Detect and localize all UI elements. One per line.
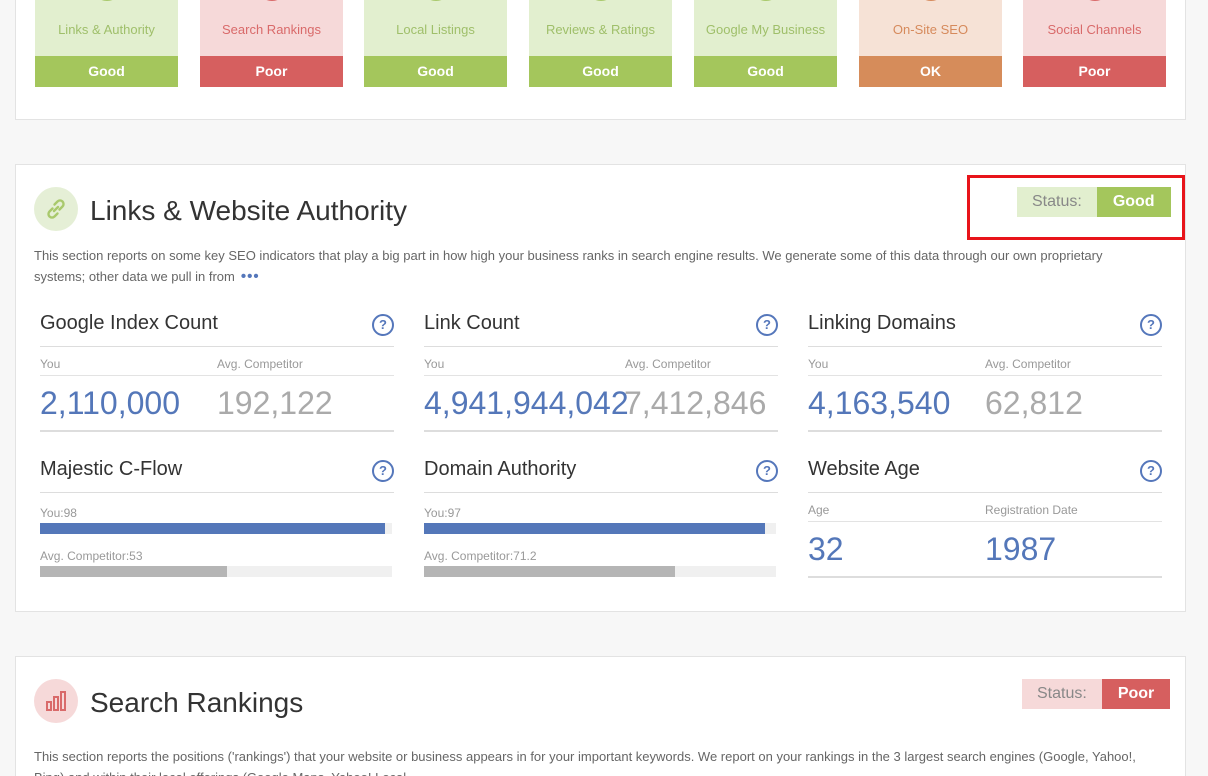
tile-status: OK: [859, 56, 1002, 87]
tile-label: Social Channels: [1047, 22, 1142, 37]
metric-title: Google Index Count: [40, 312, 218, 334]
you-label: You: [40, 357, 61, 371]
tile-links-authority[interactable]: Links & Authority Good: [35, 0, 178, 87]
competitor-label: Avg. Competitor: [985, 357, 1071, 371]
help-icon[interactable]: ?: [756, 460, 778, 482]
website-age-metric: Website Age ? Age Registration Date 32 1…: [808, 458, 1162, 580]
registration-date-label: Registration Date: [985, 503, 1078, 517]
highlight-annotation: [967, 175, 1185, 240]
competitor-value: 62,812: [985, 385, 1083, 421]
tile-status: Good: [529, 56, 672, 87]
tile-label: Links & Authority: [58, 22, 155, 37]
help-icon[interactable]: ?: [372, 460, 394, 482]
tile-google-my-business[interactable]: Google My Business Good: [694, 0, 837, 87]
metric-title: Website Age: [808, 458, 920, 480]
you-bar: [40, 523, 392, 534]
help-icon[interactable]: ?: [372, 314, 394, 336]
metric-title: Majestic C-Flow: [40, 458, 183, 480]
tile-status: Poor: [200, 56, 343, 87]
tile-label: On-Site SEO: [892, 22, 969, 37]
star-icon: [585, 0, 616, 1]
you-bar: [424, 523, 776, 534]
browser-icon: [915, 0, 946, 1]
competitor-label: Avg. Competitor: [217, 357, 303, 371]
section-title: Search Rankings: [90, 687, 304, 718]
link-count-metric: Link Count ? You Avg. Competitor 4,941,9…: [424, 312, 778, 434]
tile-social-channels[interactable]: Social Channels Poor: [1023, 0, 1166, 87]
you-label: You: [424, 357, 445, 371]
tile-label: Reviews & Ratings: [545, 22, 656, 37]
links-authority-section: Links & Website Authority Status: Good T…: [15, 164, 1186, 612]
majestic-c-flow-metric: Majestic C-Flow ? You:98 Avg. Competitor…: [40, 458, 394, 580]
google-index-count-metric: Google Index Count ? You Avg. Competitor…: [40, 312, 394, 434]
tile-status: Good: [694, 56, 837, 87]
tile-status: Good: [364, 56, 507, 87]
registration-date-value: 1987: [985, 531, 1057, 567]
section-description: This section reports on some key SEO ind…: [34, 248, 1103, 285]
bar-chart-icon: [256, 0, 287, 1]
you-value: 2,110,000: [40, 385, 180, 421]
competitor-bar-fill: [424, 566, 675, 577]
you-bar-fill: [40, 523, 385, 534]
you-label: You: [808, 357, 829, 371]
linking-domains-metric: Linking Domains ? You Avg. Competitor 4,…: [808, 312, 1162, 434]
help-icon[interactable]: ?: [1140, 314, 1162, 336]
competitor-value: 7,412,846: [624, 385, 767, 421]
share-icon: [1079, 0, 1110, 1]
status-badge: Status: Poor: [1022, 679, 1171, 709]
tile-search-rankings[interactable]: Search Rankings Poor: [200, 0, 343, 87]
status-label: Status:: [1022, 679, 1102, 709]
metric-title: Link Count: [424, 312, 520, 334]
section-title: Links & Website Authority: [90, 195, 407, 226]
you-value: 4,941,944,042: [424, 385, 629, 421]
tile-reviews-ratings[interactable]: Reviews & Ratings Good: [529, 0, 672, 87]
tile-label: Search Rankings: [222, 22, 321, 37]
tile-label: Local Listings: [396, 22, 475, 37]
status-value: Poor: [1101, 679, 1171, 709]
bar-chart-icon: [34, 679, 78, 723]
competitor-bar: [40, 566, 392, 577]
you-bar-label: You:97: [424, 506, 461, 520]
competitor-label: Avg. Competitor: [625, 357, 711, 371]
you-bar-label: You:98: [40, 506, 77, 520]
help-icon[interactable]: ?: [1140, 460, 1162, 482]
you-value: 4,163,540: [808, 385, 951, 421]
more-button[interactable]: •••: [241, 268, 260, 285]
domain-authority-metric: Domain Authority ? You:97 Avg. Competito…: [424, 458, 778, 580]
section-description: This section reports the positions ('ran…: [34, 749, 1136, 776]
competitor-bar: [424, 566, 776, 577]
tile-status: Poor: [1023, 56, 1166, 87]
summary-card: Links & Authority Good Search Rankings P…: [15, 0, 1186, 120]
tile-local-listings[interactable]: Local Listings Good: [364, 0, 507, 87]
search-rankings-section: Search Rankings Status: Poor This sectio…: [15, 656, 1186, 776]
help-icon[interactable]: ?: [756, 314, 778, 336]
google-icon: [750, 0, 781, 1]
link-icon: [34, 187, 78, 231]
link-icon: [91, 0, 122, 1]
tile-on-site-seo[interactable]: On-Site SEO OK: [859, 0, 1002, 87]
metric-title: Linking Domains: [808, 312, 956, 334]
age-value: 32: [808, 531, 844, 567]
competitor-bar-label: Avg. Competitor:71.2: [424, 549, 537, 563]
competitor-value: 192,122: [217, 385, 333, 421]
age-label: Age: [808, 503, 830, 517]
metric-title: Domain Authority: [424, 458, 577, 480]
map-pin-icon: [420, 0, 451, 1]
competitor-bar-label: Avg. Competitor:53: [40, 549, 143, 563]
tile-label: Google My Business: [705, 22, 826, 37]
competitor-bar-fill: [40, 566, 227, 577]
tile-status: Good: [35, 56, 178, 87]
you-bar-fill: [424, 523, 766, 534]
